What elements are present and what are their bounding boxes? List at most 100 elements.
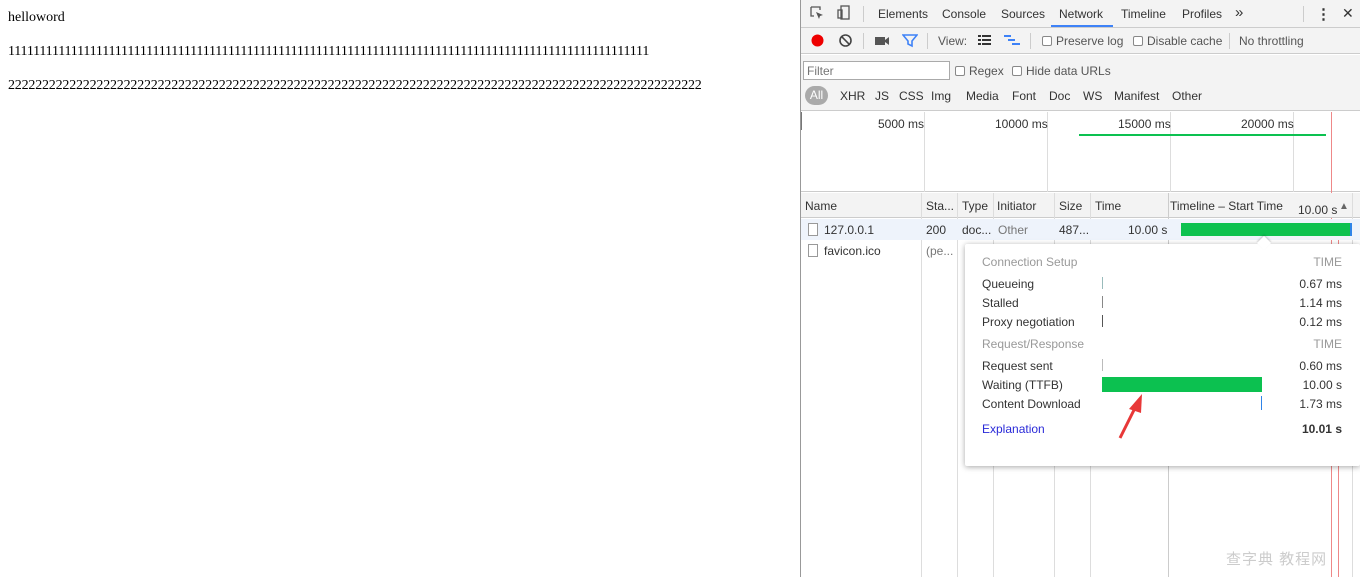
filter-type-doc[interactable]: Doc <box>1049 89 1070 103</box>
waterfall-overview-icon[interactable] <box>1003 33 1021 50</box>
request-time: 10.00 s <box>1128 223 1168 237</box>
proxy-negotiation-bar <box>1102 315 1103 327</box>
disable-cache-label: Disable cache <box>1147 34 1223 48</box>
large-rows-icon[interactable] <box>977 33 992 50</box>
request-type: doc... <box>962 223 992 237</box>
clear-icon[interactable] <box>838 33 853 51</box>
tab-profiles[interactable]: Profiles <box>1182 7 1222 21</box>
record-button-icon[interactable] <box>810 33 825 51</box>
explanation-link[interactable]: Explanation <box>982 422 1045 436</box>
checkbox-box[interactable] <box>955 66 965 76</box>
content-download-label: Content Download <box>982 397 1081 411</box>
overview-tick-label: 15000 ms <box>1118 117 1171 131</box>
divider <box>863 33 864 49</box>
content-download-value: 1.73 ms <box>1299 397 1342 411</box>
tab-console[interactable]: Console <box>942 7 986 21</box>
filter-type-xhr[interactable]: XHR <box>840 89 865 103</box>
column-time[interactable]: Time <box>1095 199 1121 213</box>
request-response-header: Request/Response <box>982 337 1085 351</box>
filter-type-font[interactable]: Font <box>1012 89 1036 103</box>
request-sent-label: Request sent <box>982 359 1053 373</box>
timing-popover: Connection Setup TIME Queueing 0.67 ms S… <box>965 235 1360 466</box>
tab-elements[interactable]: Elements <box>878 7 928 21</box>
time-header: TIME <box>1313 337 1342 351</box>
tab-timeline[interactable]: Timeline <box>1121 7 1166 21</box>
column-size[interactable]: Size <box>1059 199 1082 213</box>
more-menu-icon[interactable]: ⋮ <box>1316 5 1331 23</box>
document-file-icon <box>808 223 818 236</box>
filter-icon[interactable] <box>901 33 919 51</box>
overview-tick-label: 5000 ms <box>878 117 925 131</box>
hide-data-urls-label: Hide data URLs <box>1026 64 1111 78</box>
tab-sources[interactable]: Sources <box>1001 7 1045 21</box>
column-name[interactable]: Name <box>805 199 837 213</box>
divider <box>1030 33 1031 49</box>
filter-type-media[interactable]: Media <box>966 89 999 103</box>
filter-type-js[interactable]: JS <box>875 89 889 103</box>
overview-tick-label: 20000 ms <box>1241 117 1294 131</box>
preserve-log-checkbox[interactable]: Preserve log <box>1042 34 1123 48</box>
request-sent-value: 0.60 ms <box>1299 359 1342 373</box>
preserve-log-label: Preserve log <box>1056 34 1124 48</box>
filter-input[interactable] <box>803 61 950 80</box>
checkbox-box[interactable] <box>1012 66 1022 76</box>
waiting-ttfb-label: Waiting (TTFB) <box>982 378 1063 392</box>
disable-cache-checkbox[interactable]: Disable cache <box>1133 34 1222 48</box>
column-status[interactable]: Sta... <box>926 199 954 213</box>
column-timeline[interactable]: Timeline – Start Time <box>1170 199 1283 213</box>
view-label: View: <box>938 34 968 48</box>
connection-setup-header: Connection Setup <box>982 255 1078 269</box>
column-type[interactable]: Type <box>962 199 988 213</box>
stalled-label: Stalled <box>982 296 1019 310</box>
request-size: 487... <box>1059 223 1090 237</box>
hide-data-urls-checkbox[interactable]: Hide data URLs <box>1012 64 1111 78</box>
stalled-bar <box>1102 296 1103 308</box>
request-name[interactable]: 127.0.0.1 <box>824 223 874 237</box>
throttling-select[interactable]: No throttling <box>1239 34 1304 48</box>
waiting-ttfb-value: 10.00 s <box>1302 378 1342 392</box>
divider <box>1303 6 1304 22</box>
waterfall-bar[interactable] <box>1181 223 1351 236</box>
filter-type-all[interactable]: All <box>805 86 828 105</box>
filter-type-other[interactable]: Other <box>1172 89 1202 103</box>
device-mode-icon[interactable] <box>836 5 852 24</box>
queueing-label: Queueing <box>982 277 1035 291</box>
sort-ascending-icon[interactable]: ▲ <box>1339 201 1349 212</box>
more-tabs-icon[interactable]: » <box>1235 4 1243 21</box>
divider <box>863 6 864 22</box>
close-icon[interactable]: ✕ <box>1342 5 1354 22</box>
screen: helloword 111111111111111111111111111111… <box>0 0 1360 577</box>
divider <box>927 33 928 49</box>
filter-type-manifest[interactable]: Manifest <box>1114 89 1159 103</box>
filter-type-css[interactable]: CSS <box>899 89 924 103</box>
checkbox-box[interactable] <box>1133 36 1143 46</box>
column-initiator[interactable]: Initiator <box>997 199 1036 213</box>
regex-label: Regex <box>969 64 1004 78</box>
regex-checkbox[interactable]: Regex <box>955 64 1004 78</box>
stalled-value: 1.14 ms <box>1299 296 1342 310</box>
annotation-arrow-icon <box>1118 394 1142 439</box>
request-status: 200 <box>926 223 947 237</box>
overview-request-bar <box>1079 134 1326 136</box>
divider <box>1229 33 1230 49</box>
overview-start-line <box>801 112 802 130</box>
watermark: 查字典 教程网 <box>1226 551 1328 568</box>
time-header: TIME <box>1313 255 1342 269</box>
overview-tick-label: 10000 ms <box>995 117 1048 131</box>
filter-type-img[interactable]: Img <box>931 89 951 103</box>
request-status: (pe... <box>926 244 954 258</box>
column-divider <box>957 193 958 577</box>
queueing-value: 0.67 ms <box>1299 277 1342 291</box>
filter-type-ws[interactable]: WS <box>1083 89 1102 103</box>
page-line-twos: 2222222222222222222222222222222222222222… <box>8 78 702 93</box>
checkbox-box[interactable] <box>1042 36 1052 46</box>
proxy-negotiation-value: 0.12 ms <box>1299 315 1342 329</box>
request-initiator: Other <box>998 223 1029 237</box>
request-name[interactable]: favicon.ico <box>824 244 881 258</box>
tab-network[interactable]: Network <box>1059 7 1103 21</box>
request-sent-bar <box>1102 359 1103 371</box>
inspect-element-icon[interactable] <box>809 5 825 24</box>
page-heading: helloword <box>8 10 65 25</box>
capture-screenshots-icon[interactable] <box>874 34 890 50</box>
column-divider <box>921 193 922 577</box>
